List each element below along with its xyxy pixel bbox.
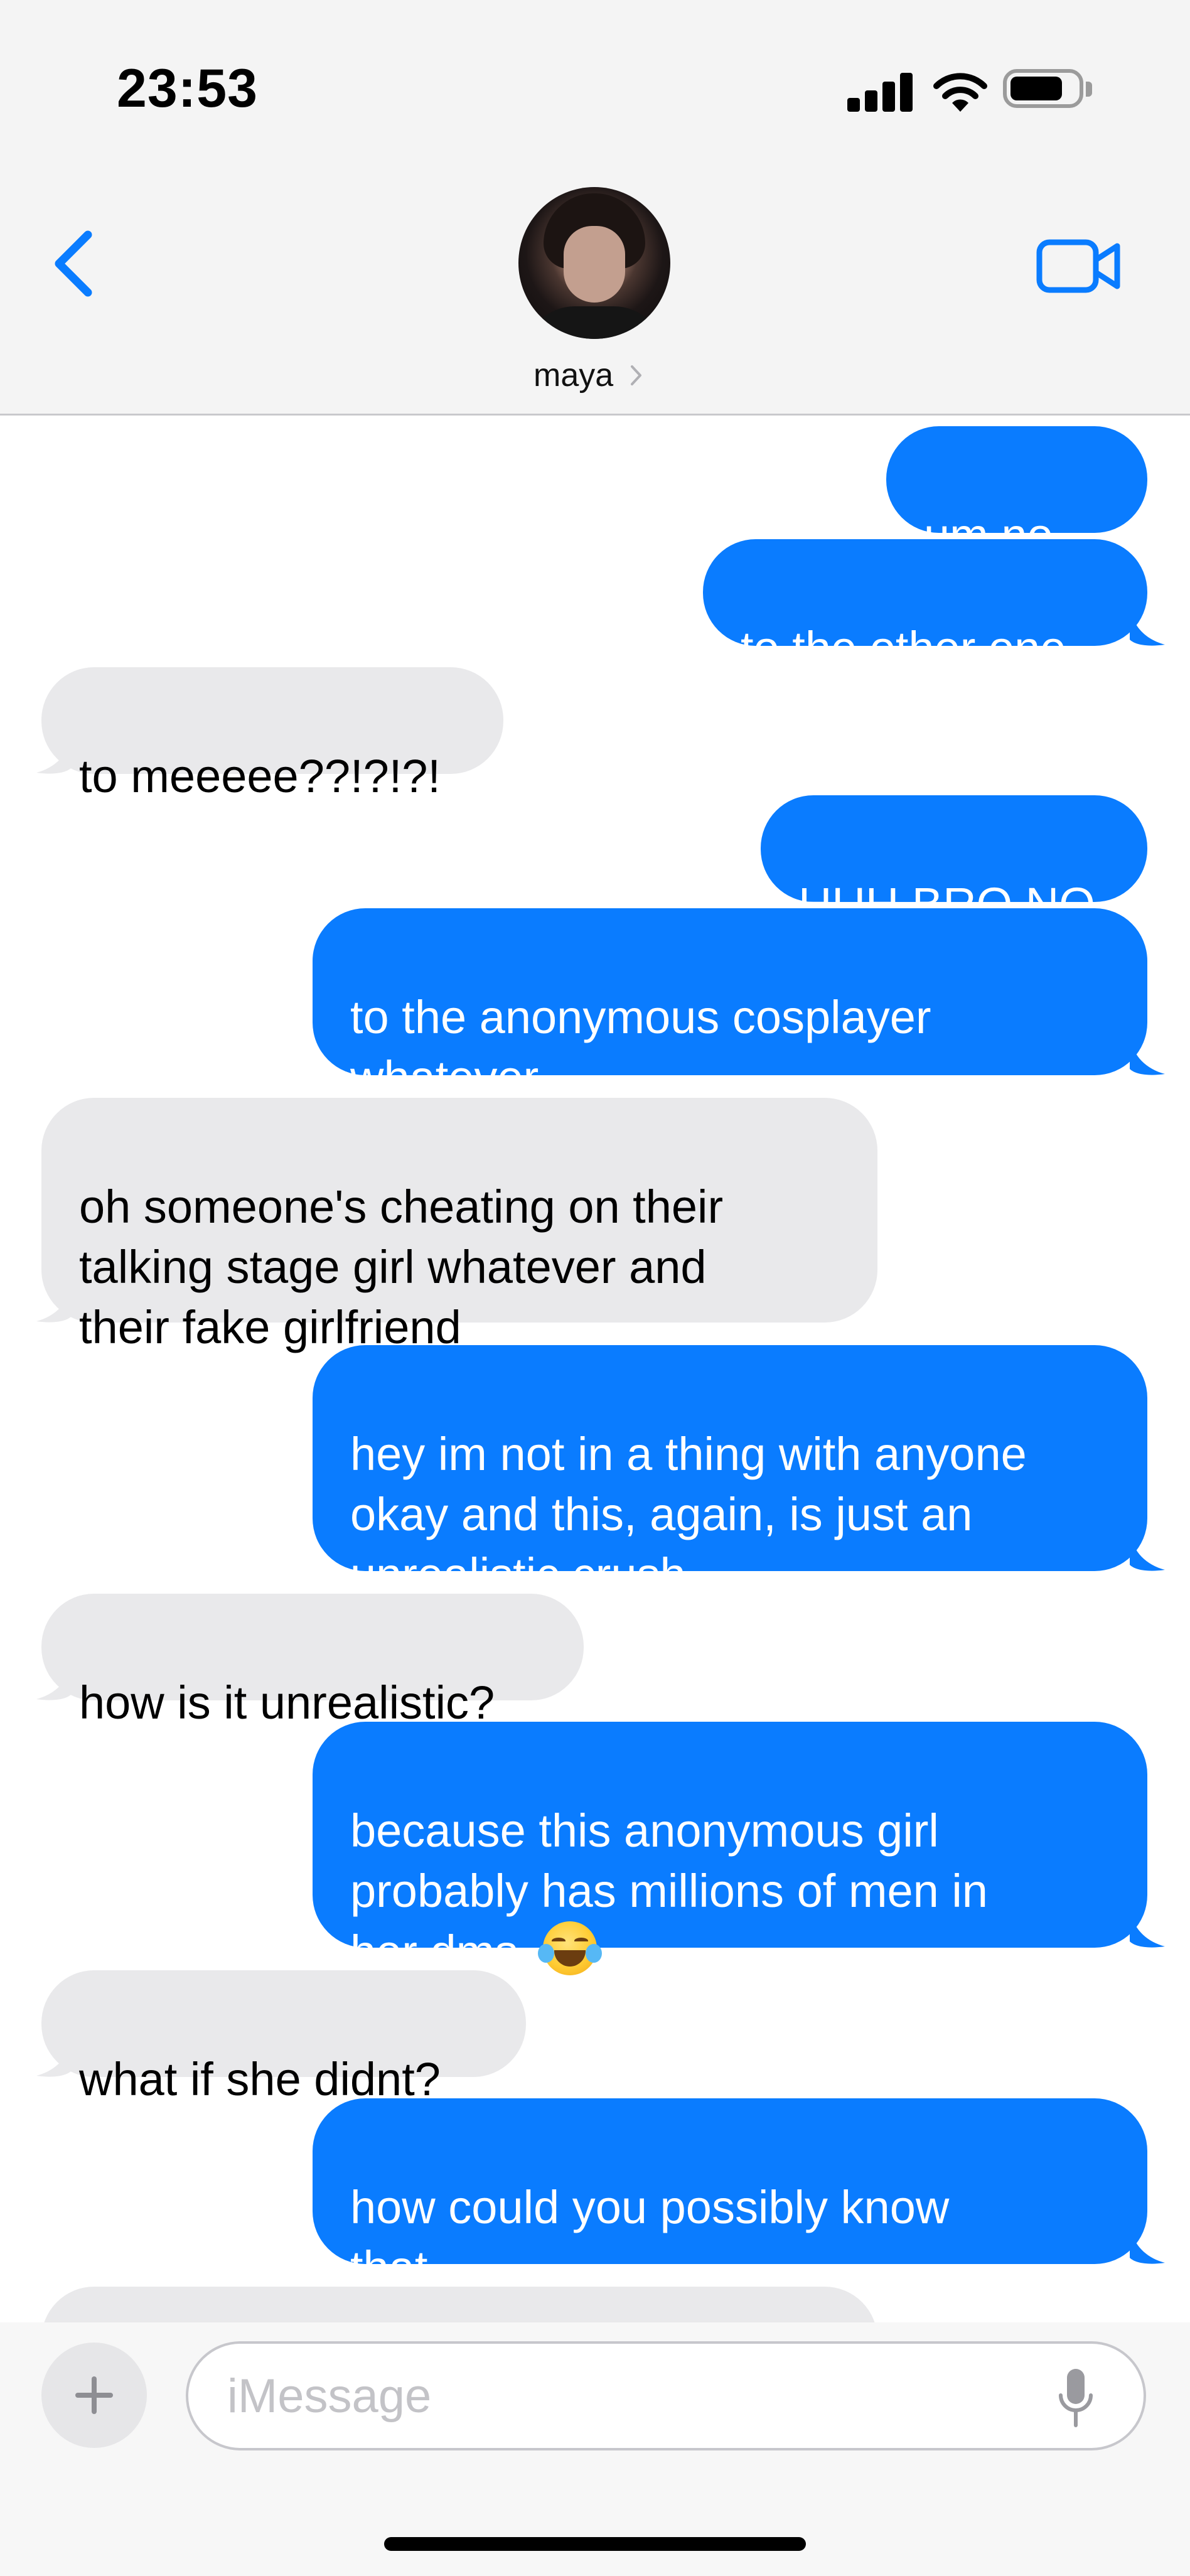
avatar[interactable] <box>518 187 670 339</box>
message-text: what if she didnt? <box>79 2053 441 2105</box>
battery-icon <box>1003 65 1092 110</box>
bubble-tail <box>36 1663 72 1700</box>
face-with-tears-of-joy-emoji <box>538 1921 603 1975</box>
sent-message[interactable]: how could you possibly know that <box>313 2098 1147 2294</box>
bubble-tail <box>1130 2226 1165 2264</box>
bubble-tail <box>1130 1038 1165 1075</box>
sent-message[interactable]: because this anonymous girl probably has… <box>313 1722 1147 1978</box>
received-message[interactable]: oh someone's cheating on their talking s… <box>41 1098 877 1353</box>
message-text: to the anonymous cosplayer whatever <box>350 991 931 1103</box>
contact-name[interactable]: maya <box>533 357 613 394</box>
microphone-icon[interactable] <box>1057 2366 1095 2429</box>
message-list[interactable]: um no to the other one to meeeee??!?!?! … <box>0 417 1190 2322</box>
sent-message[interactable]: to the other one <box>703 539 1147 674</box>
chevron-right-icon[interactable] <box>629 363 644 388</box>
plus-icon[interactable] <box>41 2343 147 2448</box>
message-input[interactable] <box>186 2341 1146 2450</box>
message-text: how is it unrealistic? <box>79 1677 495 1729</box>
status-icons <box>847 65 1098 115</box>
received-message-partial[interactable] <box>41 2287 877 2322</box>
status-time: 23:53 <box>117 58 258 119</box>
message-text: to the other one <box>741 622 1066 674</box>
wifi-icon <box>933 73 987 112</box>
bubble-tail <box>1130 1910 1165 1948</box>
bubble-tail <box>1130 608 1165 646</box>
received-message[interactable]: to meeeee??!?!?! <box>41 667 503 802</box>
sent-message[interactable]: um no <box>886 426 1147 561</box>
conversation-header: 23:53 maya <box>0 0 1190 416</box>
message-text: because this anonymous girl probably has… <box>350 1805 988 1978</box>
message-text: oh someone's cheating on their talking s… <box>79 1181 724 1353</box>
video-camera-icon[interactable] <box>1036 235 1122 298</box>
bubble-tail <box>36 1285 72 1323</box>
received-message[interactable]: how is it unrealistic? <box>41 1594 584 1729</box>
bubble-tail <box>36 736 72 774</box>
sent-message[interactable]: to the anonymous cosplayer whatever <box>313 908 1147 1103</box>
home-indicator[interactable] <box>384 2537 806 2551</box>
sent-message[interactable]: hey im not in a thing with anyone okay a… <box>313 1345 1147 1601</box>
chevron-left-icon[interactable] <box>44 226 100 301</box>
message-text: to meeeee??!?!?! <box>79 750 441 802</box>
received-message[interactable]: what if she didnt? <box>41 1970 526 2105</box>
bubble-tail <box>1130 1533 1165 1571</box>
sent-message[interactable]: HUH BRO NO <box>761 795 1147 930</box>
message-text: how could you possibly know that <box>350 2181 950 2294</box>
message-text: hey im not in a thing with anyone okay a… <box>350 1428 1027 1601</box>
bubble-tail <box>36 2039 72 2077</box>
